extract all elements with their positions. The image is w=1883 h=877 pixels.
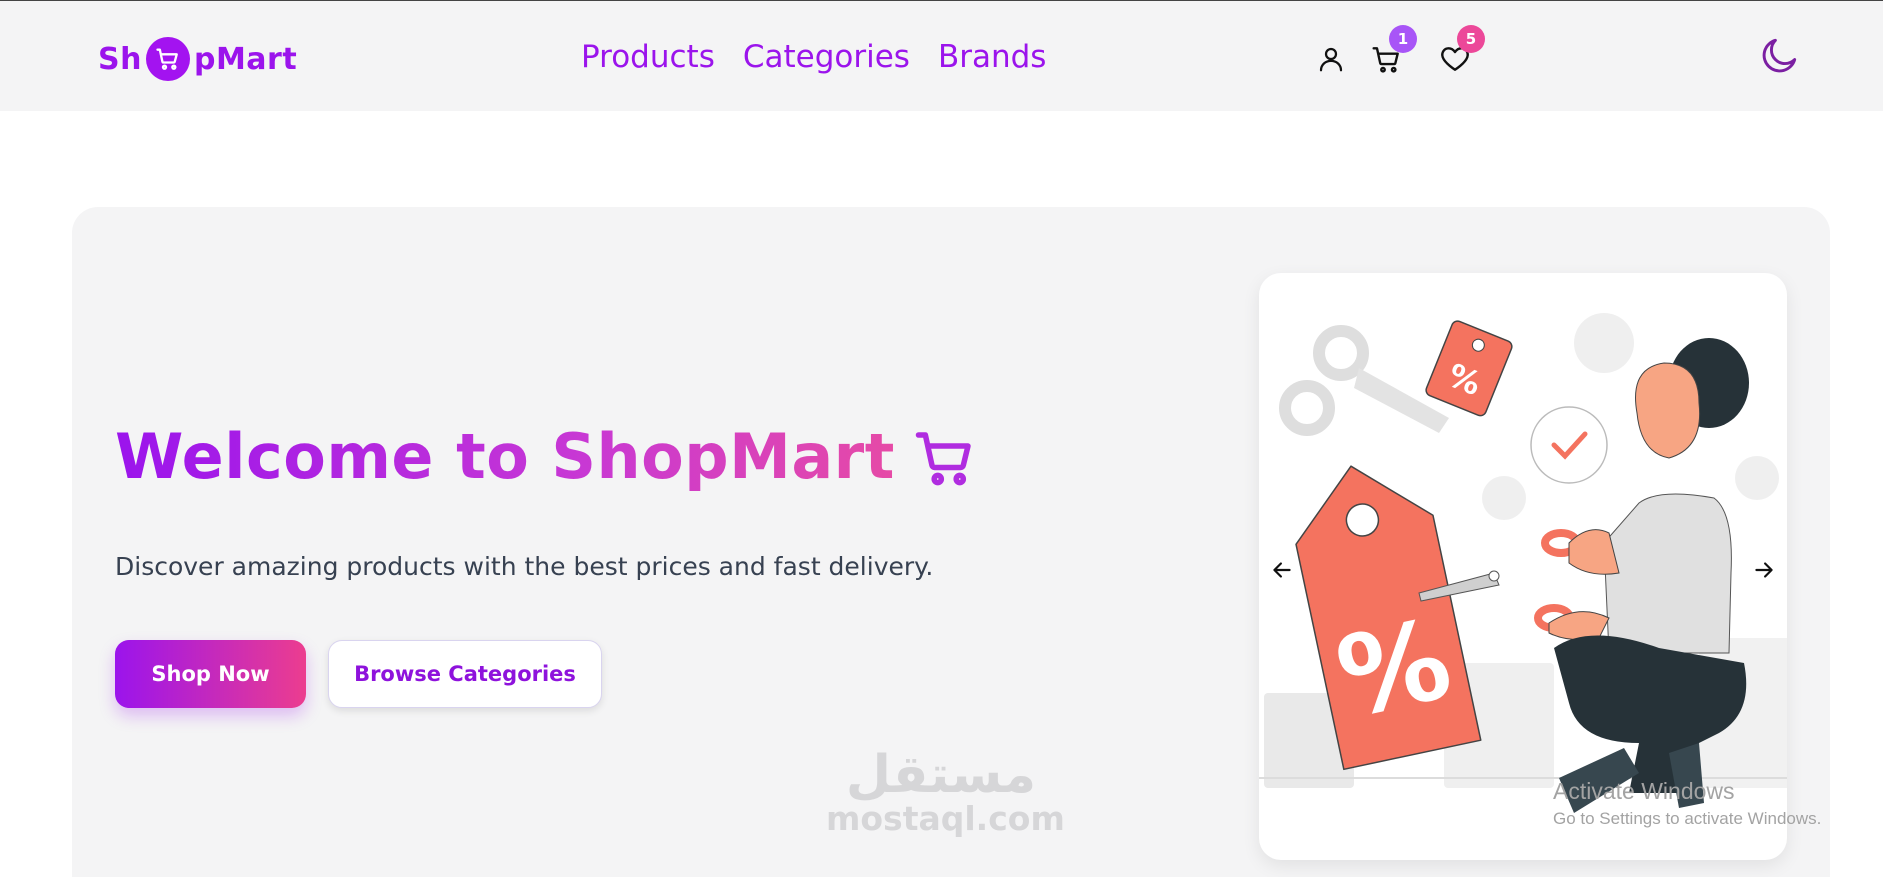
user-icon [1319,47,1343,72]
main-nav: Products Categories Brands [581,39,1046,75]
activate-windows-subtitle: Go to Settings to activate Windows. [1553,809,1822,828]
hero-carousel[interactable]: % % [1259,273,1787,860]
logo-text-start: Sh [98,41,142,77]
watermark-latin: mostaql.com [826,799,1065,838]
watermark: مستقل mostaql.com [826,745,1065,838]
hero-title-text: Welcome to ShopMart [115,420,895,493]
nav-link-brands[interactable]: Brands [938,39,1047,75]
shop-now-button[interactable]: Shop Now [115,640,306,708]
browse-categories-button[interactable]: Browse Categories [328,640,602,708]
logo[interactable]: Sh pMart [98,37,297,81]
sale-illustration: % % [1259,313,1787,813]
account-button[interactable] [1313,41,1349,77]
hero-title: Welcome to ShopMart [115,420,979,493]
activate-windows-title: Activate Windows [1553,778,1735,804]
cart-button[interactable]: 1 [1369,25,1417,77]
arrow-left-icon[interactable] [1269,557,1295,583]
navbar: Sh pMart Products Categories Brands 1 5 [0,1,1883,111]
wishlist-button[interactable]: 5 [1437,25,1485,77]
watermark-arabic: مستقل [845,745,1037,805]
nav-link-categories[interactable]: Categories [743,39,910,75]
hero-subtitle: Discover amazing products with the best … [115,552,934,581]
activate-windows-overlay: Activate Windows Go to Settings to activ… [1553,778,1821,829]
wishlist-count-badge: 5 [1457,25,1485,53]
logo-cart-icon [145,37,190,81]
arrow-right-icon[interactable] [1751,557,1777,583]
nav-actions: 1 5 [1313,25,1485,77]
theme-toggle-button[interactable] [1758,33,1802,77]
nav-link-products[interactable]: Products [581,39,715,75]
logo-text-end: pMart [193,41,298,77]
cart-count-badge: 1 [1389,25,1417,53]
moon-icon [1762,38,1797,73]
hero-cart-icon [915,431,971,485]
